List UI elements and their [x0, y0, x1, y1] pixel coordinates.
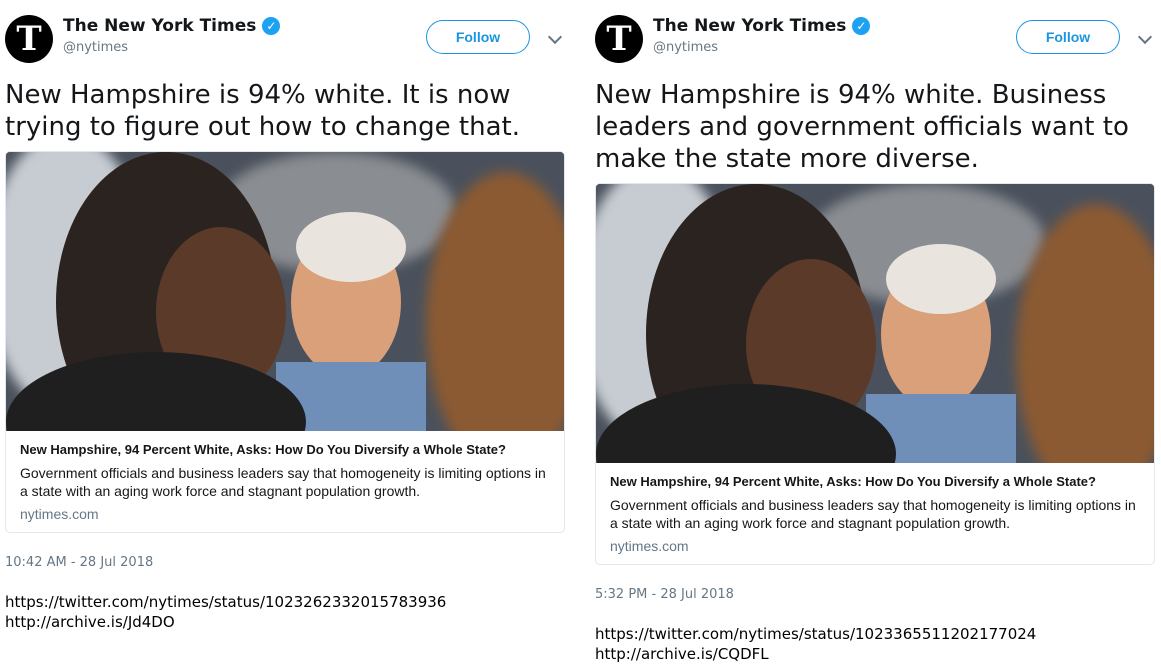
archive-link[interactable]: http://archive.is/Jd4DO	[5, 612, 565, 632]
tweet-left: T The New York Times ✓ @nytimes Follow N…	[5, 0, 565, 632]
tweet-timestamp[interactable]: 5:32 PM - 28 Jul 2018	[595, 587, 1155, 602]
tweet-right: T The New York Times ✓ @nytimes Follow N…	[595, 0, 1155, 664]
card-title[interactable]: New Hampshire, 94 Percent White, Asks: H…	[610, 473, 1140, 491]
chevron-down-icon[interactable]	[1137, 29, 1153, 45]
card-image[interactable]	[596, 184, 1154, 463]
follow-button[interactable]: Follow	[1016, 20, 1120, 54]
card-domain[interactable]: nytimes.com	[20, 506, 550, 522]
card-description: Government officials and business leader…	[20, 465, 546, 499]
card-domain[interactable]: nytimes.com	[610, 538, 1140, 554]
link-card[interactable]: New Hampshire, 94 Percent White, Asks: H…	[5, 151, 565, 533]
follow-button[interactable]: Follow	[426, 20, 530, 54]
name-row: The New York Times ✓	[63, 16, 281, 36]
author-block: The New York Times ✓ @nytimes	[63, 16, 281, 55]
card-body[interactable]: New Hampshire, 94 Percent White, Asks: H…	[596, 463, 1154, 564]
reference-links: https://twitter.com/nytimes/status/10232…	[5, 592, 565, 632]
chevron-down-icon[interactable]	[547, 29, 563, 45]
reference-links: https://twitter.com/nytimes/status/10233…	[595, 624, 1155, 664]
card-photo	[6, 152, 564, 431]
tweet-text: New Hampshire is 94% white. It is now tr…	[5, 80, 520, 142]
card-description: Government officials and business leader…	[610, 497, 1136, 531]
twitter-status-link[interactable]: https://twitter.com/nytimes/status/10232…	[5, 592, 565, 612]
tweet-timestamp[interactable]: 10:42 AM - 28 Jul 2018	[5, 555, 565, 570]
tweet-header: T The New York Times ✓ @nytimes Follow	[595, 0, 1155, 72]
avatar[interactable]: T	[595, 15, 643, 63]
avatar[interactable]: T	[5, 15, 53, 63]
link-card[interactable]: New Hampshire, 94 Percent White, Asks: H…	[595, 183, 1155, 565]
display-name[interactable]: The New York Times	[63, 16, 256, 36]
card-title[interactable]: New Hampshire, 94 Percent White, Asks: H…	[20, 441, 550, 459]
verified-badge-icon: ✓	[852, 17, 871, 35]
verified-badge-icon: ✓	[262, 17, 281, 35]
name-row: The New York Times ✓	[653, 16, 871, 36]
card-photo	[596, 184, 1154, 463]
tweet-header: T The New York Times ✓ @nytimes Follow	[5, 0, 565, 72]
author-block: The New York Times ✓ @nytimes	[653, 16, 871, 55]
handle[interactable]: @nytimes	[653, 40, 870, 55]
twitter-status-link[interactable]: https://twitter.com/nytimes/status/10233…	[595, 624, 1155, 644]
card-image[interactable]	[6, 152, 564, 431]
handle[interactable]: @nytimes	[63, 40, 280, 55]
display-name[interactable]: The New York Times	[653, 16, 846, 36]
tweet-text: New Hampshire is 94% white. Business lea…	[595, 80, 1129, 174]
archive-link[interactable]: http://archive.is/CQDFL	[595, 644, 1155, 664]
card-body[interactable]: New Hampshire, 94 Percent White, Asks: H…	[6, 431, 564, 532]
